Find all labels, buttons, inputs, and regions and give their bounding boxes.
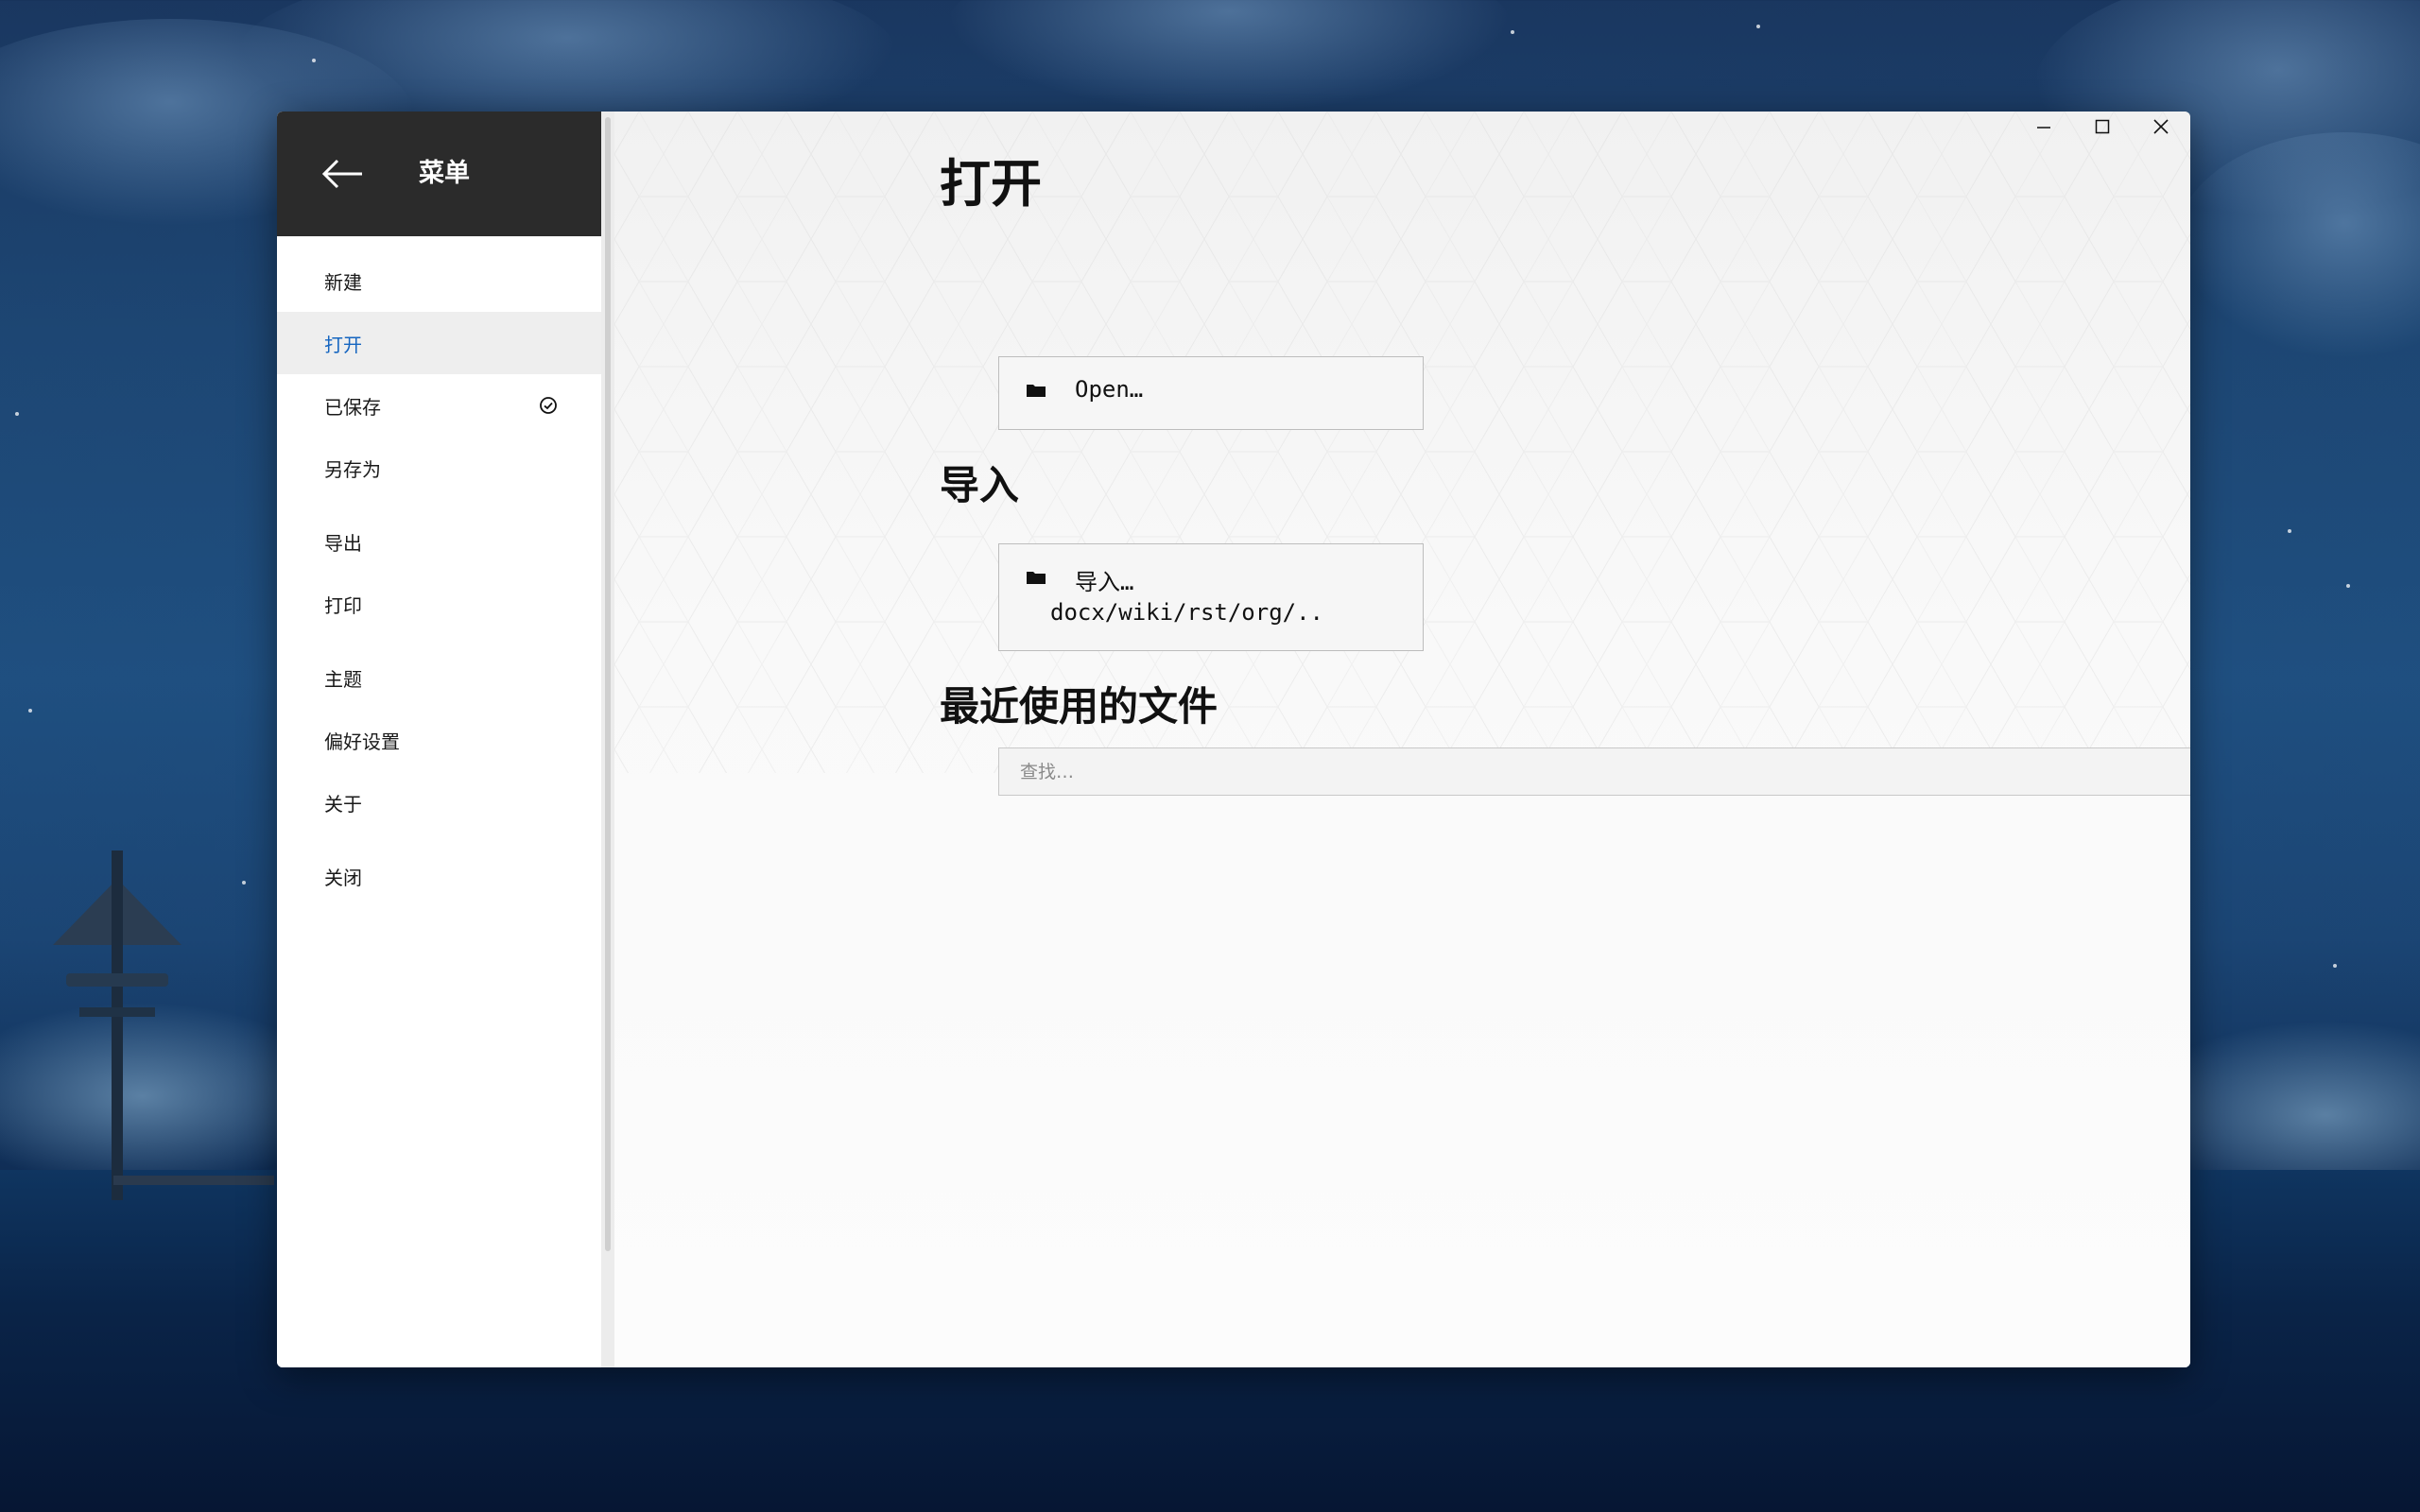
menu-item-label: 导出 bbox=[324, 531, 362, 555]
maximize-button[interactable] bbox=[2073, 112, 2132, 142]
recent-files-title: 最近使用的文件 bbox=[940, 683, 1219, 730]
menu-item-label: 关于 bbox=[324, 792, 362, 816]
app-window: 菜单 新建 打开 已保存 另存为 导出 打印 主题 偏好设置 关于 关闭 打开 … bbox=[277, 112, 2190, 1367]
menu-item-label: 另存为 bbox=[324, 457, 381, 481]
wallpaper-star bbox=[2346, 584, 2350, 588]
folder-icon bbox=[1027, 385, 1046, 397]
menu-item-export[interactable]: 导出 bbox=[277, 510, 601, 573]
wallpaper-star bbox=[2333, 964, 2337, 968]
back-button[interactable] bbox=[319, 153, 366, 195]
open-section-title: 打开 bbox=[940, 154, 1042, 214]
import-formats-label: docx/wiki/rst/org/.. bbox=[1050, 599, 1323, 626]
menu-item-about[interactable]: 关于 bbox=[277, 771, 601, 833]
menu-item-label: 新建 bbox=[324, 270, 362, 294]
menu-item-label: 打印 bbox=[324, 593, 362, 617]
main-panel: 打开 Open… 导入 导入… docx/wiki/rst/org/.. 最近使… bbox=[614, 112, 2190, 1367]
maximize-icon bbox=[2095, 119, 2110, 134]
menu-item-print[interactable]: 打印 bbox=[277, 573, 601, 635]
import-button-label: 导入… bbox=[1075, 569, 1134, 595]
open-file-button[interactable]: Open… bbox=[998, 356, 1424, 430]
import-file-button[interactable]: 导入… docx/wiki/rst/org/.. bbox=[998, 543, 1424, 651]
menu-item-label: 已保存 bbox=[324, 395, 381, 419]
minimize-button[interactable] bbox=[2014, 112, 2073, 142]
close-icon bbox=[2153, 119, 2169, 134]
menu-item-close[interactable]: 关闭 bbox=[277, 845, 601, 907]
menu-item-saved[interactable]: 已保存 bbox=[277, 374, 601, 437]
menu-item-label: 偏好设置 bbox=[324, 730, 400, 753]
wallpaper-star bbox=[28, 709, 32, 713]
menu-item-theme[interactable]: 主题 bbox=[277, 646, 601, 709]
menu-item-open[interactable]: 打开 bbox=[277, 312, 601, 374]
sidebar-scrollbar[interactable] bbox=[601, 112, 614, 1367]
wallpaper-star bbox=[2288, 529, 2291, 533]
wallpaper-pier bbox=[113, 1176, 274, 1185]
wallpaper-star bbox=[1511, 30, 1514, 34]
folder-icon bbox=[1027, 572, 1046, 584]
wallpaper-star bbox=[15, 412, 19, 416]
import-section-title: 导入 bbox=[940, 462, 1020, 508]
menu-item-label: 打开 bbox=[324, 333, 362, 356]
wallpaper-cloud bbox=[945, 0, 1512, 113]
close-button[interactable] bbox=[2132, 112, 2190, 142]
menu-item-label: 关闭 bbox=[324, 866, 362, 889]
window-controls bbox=[2014, 112, 2190, 142]
menu-item-new[interactable]: 新建 bbox=[277, 249, 601, 312]
wallpaper-star bbox=[312, 59, 316, 62]
recent-files-search-input[interactable] bbox=[998, 747, 2190, 796]
arrow-left-icon bbox=[321, 159, 362, 189]
sidebar-menu: 菜单 新建 打开 已保存 另存为 导出 打印 主题 偏好设置 关于 关闭 bbox=[277, 112, 601, 1367]
wallpaper-star bbox=[1756, 25, 1760, 28]
minimize-icon bbox=[2037, 127, 2050, 129]
sidebar-header: 菜单 bbox=[277, 112, 601, 236]
menu-list: 新建 打开 已保存 另存为 导出 打印 主题 偏好设置 关于 关闭 bbox=[277, 236, 601, 907]
check-circle-icon bbox=[540, 397, 557, 414]
wallpaper-tower-deck bbox=[79, 1007, 155, 1017]
hexagon-pattern-background bbox=[614, 112, 2190, 773]
menu-item-label: 主题 bbox=[324, 667, 362, 691]
wallpaper-tower bbox=[112, 850, 123, 1200]
menu-item-save-as[interactable]: 另存为 bbox=[277, 437, 601, 499]
sidebar-title: 菜单 bbox=[419, 159, 470, 188]
open-button-label: Open… bbox=[1075, 376, 1144, 403]
wallpaper-tower-deck bbox=[66, 973, 168, 987]
scrollbar-thumb[interactable] bbox=[605, 117, 611, 1251]
menu-item-preferences[interactable]: 偏好设置 bbox=[277, 709, 601, 771]
wallpaper-star bbox=[242, 881, 246, 885]
